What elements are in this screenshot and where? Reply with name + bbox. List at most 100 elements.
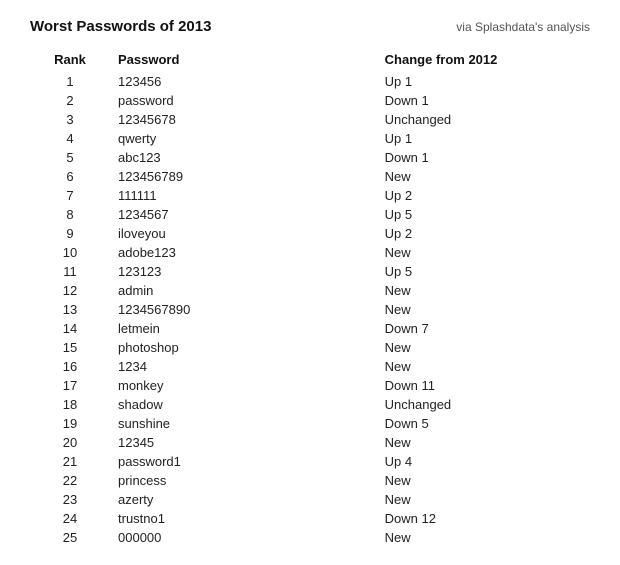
- password-cell: abc123: [110, 148, 377, 167]
- rank-cell: 19: [30, 414, 110, 433]
- rank-cell: 20: [30, 433, 110, 452]
- password-cell: sunshine: [110, 414, 377, 433]
- change-cell: Unchanged: [377, 395, 590, 414]
- password-cell: iloveyou: [110, 224, 377, 243]
- rank-cell: 13: [30, 300, 110, 319]
- table-body: 1123456Up 12passwordDown 1312345678Uncha…: [30, 72, 590, 547]
- rank-cell: 21: [30, 452, 110, 471]
- change-cell: Up 5: [377, 262, 590, 281]
- rank-cell: 2: [30, 91, 110, 110]
- rank-cell: 1: [30, 72, 110, 91]
- passwords-table: Rank Password Change from 2012 1123456Up…: [30, 49, 590, 547]
- rank-cell: 10: [30, 243, 110, 262]
- password-cell: adobe123: [110, 243, 377, 262]
- table-row: 21password1Up 4: [30, 452, 590, 471]
- change-cell: Down 11: [377, 376, 590, 395]
- rank-cell: 6: [30, 167, 110, 186]
- page-container: Worst Passwords of 2013 via Splashdata's…: [0, 0, 620, 565]
- table-row: 23azertyNew: [30, 490, 590, 509]
- password-cell: 000000: [110, 528, 377, 547]
- change-cell: Down 1: [377, 148, 590, 167]
- rank-cell: 7: [30, 186, 110, 205]
- table-row: 2012345New: [30, 433, 590, 452]
- rank-cell: 4: [30, 129, 110, 148]
- rank-cell: 12: [30, 281, 110, 300]
- password-cell: 12345: [110, 433, 377, 452]
- password-cell: princess: [110, 471, 377, 490]
- table-row: 6123456789New: [30, 167, 590, 186]
- table-row: 312345678Unchanged: [30, 110, 590, 129]
- rank-cell: 17: [30, 376, 110, 395]
- main-title: Worst Passwords of 2013: [30, 18, 211, 35]
- change-cell: New: [377, 490, 590, 509]
- change-cell: New: [377, 357, 590, 376]
- table-row: 2passwordDown 1: [30, 91, 590, 110]
- rank-cell: 8: [30, 205, 110, 224]
- password-cell: trustno1: [110, 509, 377, 528]
- change-cell: Down 12: [377, 509, 590, 528]
- password-cell: 1234567890: [110, 300, 377, 319]
- change-cell: New: [377, 433, 590, 452]
- password-cell: 111111: [110, 186, 377, 205]
- table-row: 22princessNew: [30, 471, 590, 490]
- password-cell: 123456: [110, 72, 377, 91]
- table-row: 4qwertyUp 1: [30, 129, 590, 148]
- password-cell: password1: [110, 452, 377, 471]
- password-cell: qwerty: [110, 129, 377, 148]
- table-row: 14letmeinDown 7: [30, 319, 590, 338]
- password-cell: admin: [110, 281, 377, 300]
- rank-cell: 22: [30, 471, 110, 490]
- table-row: 19sunshineDown 5: [30, 414, 590, 433]
- change-cell: New: [377, 243, 590, 262]
- rank-cell: 9: [30, 224, 110, 243]
- change-cell: New: [377, 471, 590, 490]
- change-cell: Up 2: [377, 186, 590, 205]
- table-row: 15photoshopNew: [30, 338, 590, 357]
- password-header: Password: [110, 49, 377, 72]
- change-cell: New: [377, 528, 590, 547]
- header-row: Worst Passwords of 2013 via Splashdata's…: [30, 18, 590, 35]
- change-cell: Up 4: [377, 452, 590, 471]
- change-cell: Up 2: [377, 224, 590, 243]
- rank-cell: 16: [30, 357, 110, 376]
- table-row: 11123123Up 5: [30, 262, 590, 281]
- table-row: 5abc123Down 1: [30, 148, 590, 167]
- change-cell: Unchanged: [377, 110, 590, 129]
- rank-header: Rank: [30, 49, 110, 72]
- change-cell: Down 7: [377, 319, 590, 338]
- table-row: 131234567890New: [30, 300, 590, 319]
- rank-cell: 3: [30, 110, 110, 129]
- table-row: 17monkeyDown 11: [30, 376, 590, 395]
- password-cell: 1234567: [110, 205, 377, 224]
- table-row: 81234567Up 5: [30, 205, 590, 224]
- rank-cell: 15: [30, 338, 110, 357]
- password-cell: password: [110, 91, 377, 110]
- password-cell: azerty: [110, 490, 377, 509]
- table-row: 161234New: [30, 357, 590, 376]
- table-row: 25000000New: [30, 528, 590, 547]
- table-row: 7111111Up 2: [30, 186, 590, 205]
- table-row: 18shadowUnchanged: [30, 395, 590, 414]
- rank-cell: 11: [30, 262, 110, 281]
- rank-cell: 5: [30, 148, 110, 167]
- password-cell: monkey: [110, 376, 377, 395]
- rank-cell: 25: [30, 528, 110, 547]
- table-row: 12adminNew: [30, 281, 590, 300]
- password-cell: shadow: [110, 395, 377, 414]
- rank-cell: 24: [30, 509, 110, 528]
- change-cell: Down 5: [377, 414, 590, 433]
- change-cell: New: [377, 167, 590, 186]
- change-header: Change from 2012: [377, 49, 590, 72]
- password-cell: 1234: [110, 357, 377, 376]
- password-cell: 12345678: [110, 110, 377, 129]
- change-cell: Up 1: [377, 72, 590, 91]
- change-cell: Down 1: [377, 91, 590, 110]
- table-row: 10adobe123New: [30, 243, 590, 262]
- table-row: 24trustno1Down 12: [30, 509, 590, 528]
- rank-cell: 23: [30, 490, 110, 509]
- rank-cell: 14: [30, 319, 110, 338]
- password-cell: 123456789: [110, 167, 377, 186]
- change-cell: Up 5: [377, 205, 590, 224]
- subtitle: via Splashdata's analysis: [456, 20, 590, 34]
- password-cell: letmein: [110, 319, 377, 338]
